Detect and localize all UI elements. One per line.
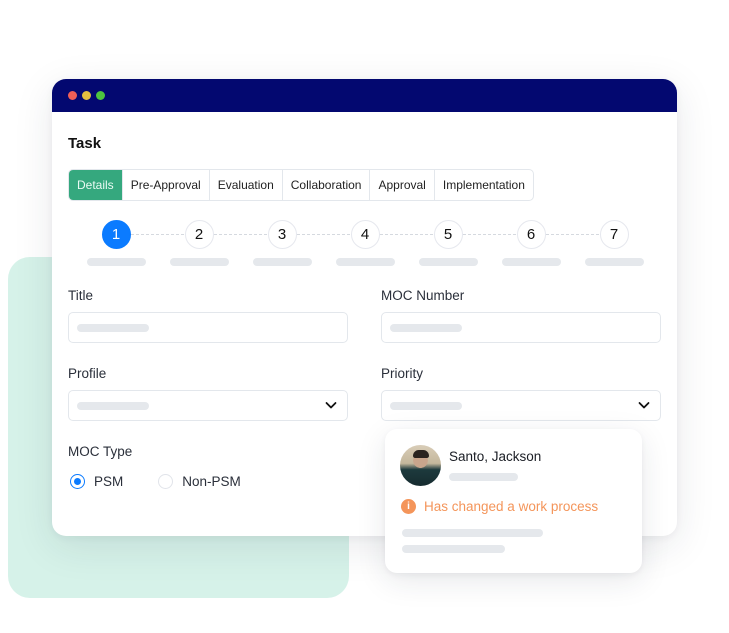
moc-type-radio-group: PSM Non-PSM [68,474,241,489]
step-label-placeholder [252,258,312,266]
tab-pre-approval[interactable]: Pre-Approval [121,170,209,200]
avatar [400,445,441,486]
progress-stepper: 1 2 3 4 5 6 7 [52,220,677,270]
step-label-placeholder [335,258,395,266]
close-window-button[interactable] [68,91,77,100]
tab-bar: Details Pre-Approval Evaluation Collabor… [68,169,534,201]
step-label-placeholder [584,258,644,266]
step-6[interactable]: 6 [501,220,561,266]
page-title: Task [68,135,102,152]
psm-radio-label[interactable]: PSM [94,474,123,489]
moc-number-input[interactable] [381,312,661,343]
moc-type-label: MOC Type [68,444,133,459]
notification-detail-placeholder [402,545,505,553]
window-titlebar [52,79,677,112]
step-number: 7 [599,220,629,249]
title-label: Title [68,288,94,303]
step-label-placeholder [501,258,561,266]
step-7[interactable]: 7 [584,220,644,266]
profile-label: Profile [68,366,107,381]
step-label-placeholder [418,258,478,266]
step-number: 5 [433,220,463,249]
tab-evaluation[interactable]: Evaluation [208,170,282,200]
notification-user-name: Santo, Jackson [449,449,542,464]
profile-select[interactable] [68,390,348,421]
step-1[interactable]: 1 [86,220,146,266]
notification-subtitle-placeholder [449,473,518,481]
priority-label: Priority [381,366,424,381]
select-placeholder [77,402,149,410]
step-label-placeholder [86,258,146,266]
step-number: 1 [101,220,131,249]
input-placeholder [77,324,149,332]
psm-radio[interactable] [70,474,85,489]
step-5[interactable]: 5 [418,220,478,266]
non-psm-radio[interactable] [158,474,174,489]
input-placeholder [390,324,462,332]
info-icon: i [401,499,416,514]
priority-select[interactable] [381,390,661,421]
avatar-hair [413,450,429,458]
chevron-down-icon [325,402,337,409]
moc-number-label: MOC Number [381,288,465,303]
chevron-down-icon [638,402,650,409]
step-number: 6 [516,220,546,249]
step-number: 2 [184,220,214,249]
tab-approval[interactable]: Approval [369,170,433,200]
step-2[interactable]: 2 [169,220,229,266]
notification-message: i Has changed a work process [401,499,598,514]
step-number: 4 [350,220,380,249]
title-input[interactable] [68,312,348,343]
step-4[interactable]: 4 [335,220,395,266]
maximize-window-button[interactable] [96,91,105,100]
notification-detail-placeholder [402,529,543,537]
tab-collaboration[interactable]: Collaboration [281,170,370,200]
select-placeholder [390,402,462,410]
notification-message-text: Has changed a work process [424,499,599,514]
step-label-placeholder [169,258,229,266]
activity-notification-card[interactable]: Santo, Jackson i Has changed a work proc… [385,429,642,573]
step-number: 3 [267,220,297,249]
minimize-window-button[interactable] [82,91,91,100]
tab-details[interactable]: Details [69,170,122,200]
step-3[interactable]: 3 [252,220,312,266]
non-psm-radio-label[interactable]: Non-PSM [182,474,241,489]
tab-implementation[interactable]: Implementation [433,170,533,200]
